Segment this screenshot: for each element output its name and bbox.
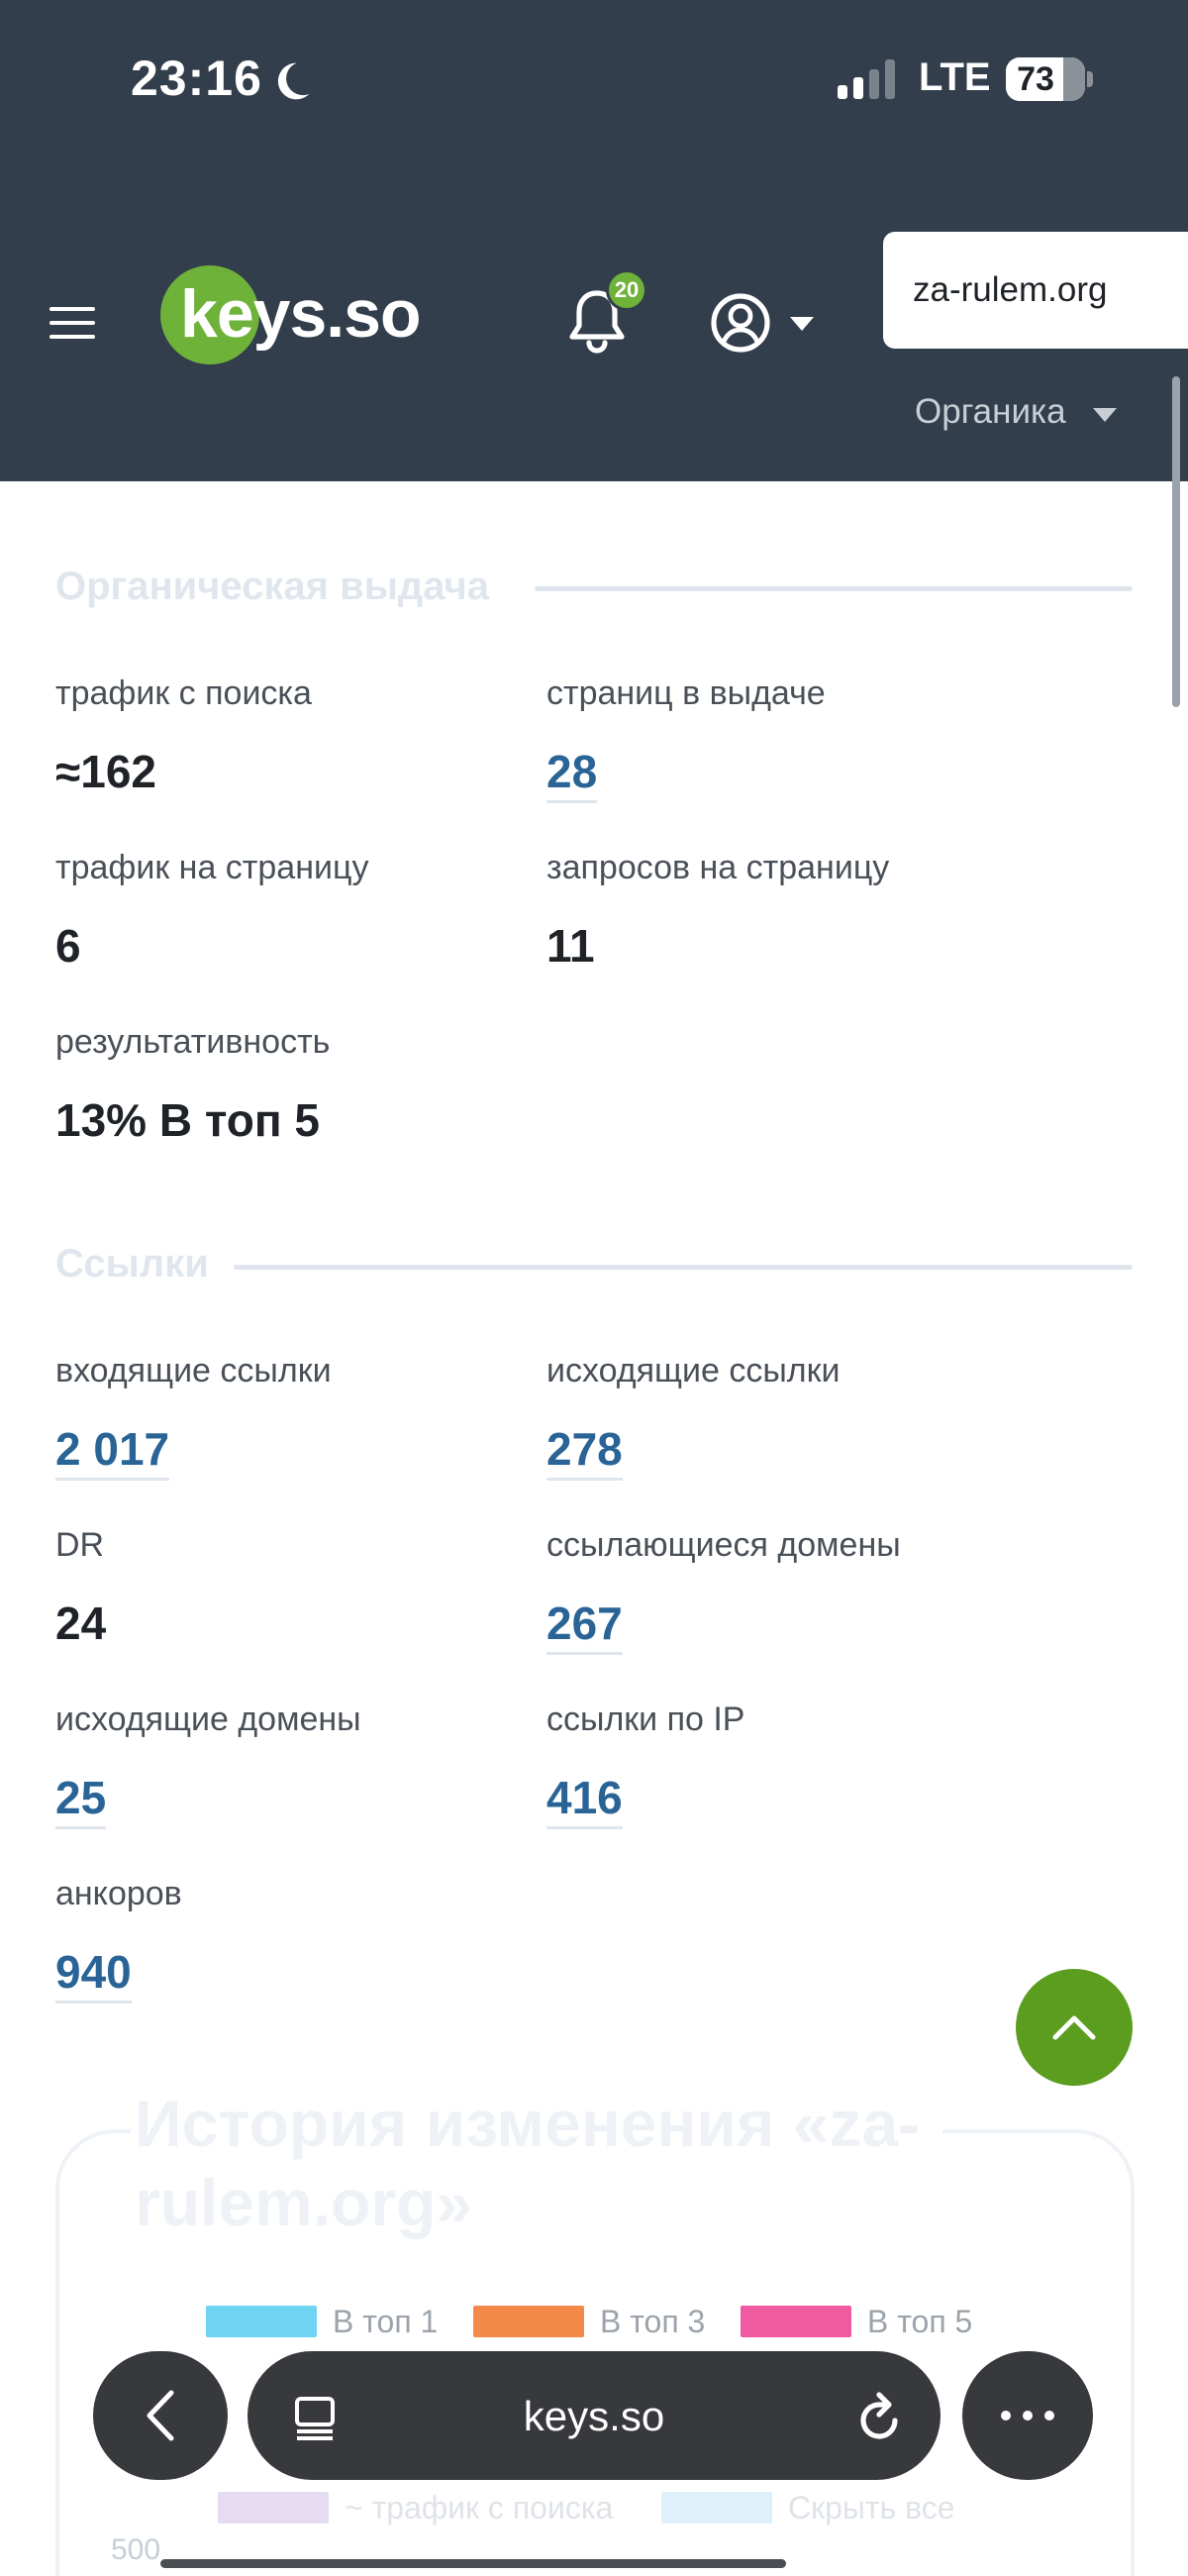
- metric-value-link[interactable]: 25: [55, 1771, 107, 1829]
- metric-item: запросов на страницу 11: [546, 848, 1022, 973]
- axis-tick-label: 500: [111, 2533, 161, 2566]
- legend-label[interactable]: В топ 5: [867, 2304, 972, 2340]
- metric-item[interactable]: ссылающиеся домены 267: [546, 1525, 1022, 1655]
- metric-item[interactable]: ссылки по IP 416: [546, 1700, 1022, 1829]
- legend-label[interactable]: ~ трафик с поиска: [345, 2490, 613, 2526]
- metric-value: 11: [546, 920, 595, 972]
- domain-search-input[interactable]: [883, 232, 1188, 349]
- metric-item[interactable]: страниц в выдаче 28: [546, 673, 1022, 803]
- page-scrollbar[interactable]: [1172, 376, 1180, 707]
- legend-label[interactable]: В топ 1: [333, 2304, 438, 2340]
- metric-label: трафик на страницу: [55, 849, 369, 886]
- section-divider: [234, 1265, 1133, 1270]
- notifications-badge: 20: [606, 269, 647, 311]
- metric-label: исходящие ссылки: [546, 1352, 841, 1390]
- legend-swatch[interactable]: [206, 2306, 317, 2337]
- more-dots-icon: [1001, 2411, 1054, 2421]
- metric-label: входящие ссылки: [55, 1352, 332, 1390]
- legend-swatch[interactable]: [741, 2306, 851, 2337]
- logo-text: keys.so: [180, 276, 422, 352]
- legend-label[interactable]: Скрыть все: [788, 2490, 955, 2526]
- legend-label[interactable]: В топ 3: [600, 2304, 705, 2340]
- moon-icon: [277, 62, 310, 100]
- history-title: История изменения «za-rulem.org»: [131, 2084, 942, 2242]
- network-label: LTE: [919, 55, 991, 99]
- metric-item: трафик на страницу 6: [55, 848, 531, 973]
- battery-empty: [1063, 57, 1085, 101]
- metric-item[interactable]: исходящие ссылки 278: [546, 1351, 1022, 1481]
- reload-icon[interactable]: [853, 2389, 905, 2444]
- metric-label: запросов на страницу: [546, 849, 890, 886]
- metric-label: исходящие домены: [55, 1700, 361, 1738]
- browser-more-button[interactable]: [962, 2351, 1093, 2480]
- metric-value-link[interactable]: 940: [55, 1945, 132, 2004]
- metric-item: трафик с поиска ≈162: [55, 673, 531, 798]
- legend-swatch[interactable]: [661, 2492, 772, 2524]
- metric-value-link[interactable]: 28: [546, 745, 598, 803]
- section-title-organic: Органическая выдача: [55, 565, 509, 609]
- scroll-to-top-button[interactable]: [1016, 1969, 1133, 2086]
- metric-value-link[interactable]: 416: [546, 1771, 623, 1829]
- metric-item: результативность 13% В топ 5: [55, 1022, 531, 1147]
- metric-item[interactable]: исходящие домены 25: [55, 1700, 531, 1829]
- metric-label: ссылки по IP: [546, 1700, 745, 1738]
- keys-so-logo[interactable]: keys.so: [160, 263, 428, 368]
- legend-swatch[interactable]: [473, 2306, 584, 2337]
- home-indicator: [160, 2559, 786, 2568]
- battery-nub: [1087, 71, 1093, 87]
- metric-item[interactable]: входящие ссылки 2 017: [55, 1351, 531, 1481]
- metric-label: анкоров: [55, 1875, 182, 1912]
- chevron-left-icon: [147, 2390, 174, 2441]
- metric-value: 6: [55, 920, 81, 972]
- metric-item: DR 24: [55, 1525, 531, 1650]
- app-header: 23:16 LTE 73 keys.so 20 Органика: [0, 0, 1188, 481]
- status-time: 23:16: [131, 51, 262, 106]
- menu-icon[interactable]: [50, 305, 95, 341]
- metric-value: 24: [55, 1597, 107, 1649]
- section-title-links: Ссылки: [55, 1242, 229, 1287]
- signal-icon: [838, 59, 895, 99]
- metric-label: DR: [55, 1526, 105, 1564]
- section-divider: [535, 586, 1133, 591]
- mode-select[interactable]: Органика: [915, 392, 1066, 432]
- battery-indicator: 73: [1006, 57, 1085, 101]
- metric-value-link[interactable]: 2 017: [55, 1422, 170, 1481]
- metric-item[interactable]: анкоров 940: [55, 1874, 531, 2004]
- metric-value: 13% В топ 5: [55, 1094, 321, 1146]
- chevron-down-icon[interactable]: [1093, 408, 1117, 422]
- legend-swatch[interactable]: [218, 2492, 329, 2524]
- metric-value: ≈162: [55, 746, 156, 797]
- metric-value-link[interactable]: 278: [546, 1422, 623, 1481]
- tabs-icon[interactable]: [291, 2393, 339, 2440]
- chevron-up-icon: [1052, 2015, 1096, 2040]
- metric-label: страниц в выдаче: [546, 674, 826, 712]
- metric-label: результативность: [55, 1023, 331, 1061]
- metric-label: ссылающиеся домены: [546, 1526, 901, 1564]
- metric-label: трафик с поиска: [55, 674, 312, 712]
- metric-value-link[interactable]: 267: [546, 1597, 623, 1655]
- user-account-icon[interactable]: [709, 291, 826, 355]
- browser-back-button[interactable]: [93, 2351, 228, 2480]
- browser-url[interactable]: keys.so: [426, 2393, 762, 2440]
- battery-level: 73: [1017, 60, 1054, 98]
